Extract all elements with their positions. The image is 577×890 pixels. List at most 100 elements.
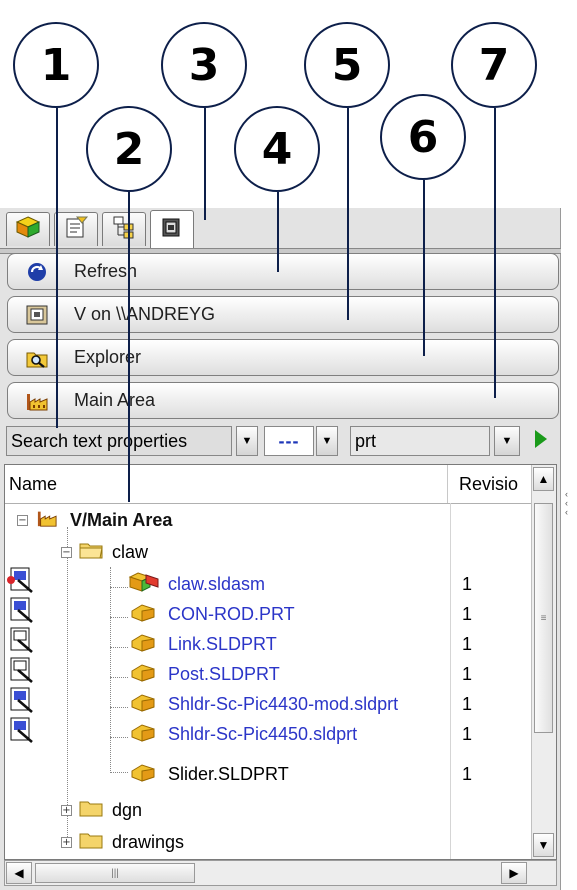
file-row[interactable]: Post.SLDPRT 1 — [128, 659, 556, 689]
scroll-down-button[interactable]: ▼ — [533, 833, 554, 857]
folder-label: dgn — [112, 799, 143, 820]
tab-model[interactable] — [6, 212, 50, 246]
callout-6: 6 — [380, 94, 466, 180]
tree-line — [110, 677, 128, 678]
scroll-up-button[interactable]: ▲ — [533, 467, 554, 491]
expand-icon[interactable]: + — [61, 836, 72, 848]
vault-view-label: V on \\ANDREYG — [74, 304, 216, 324]
explorer-icon — [22, 345, 52, 371]
file-revision: 1 — [462, 603, 473, 624]
main-area-label: Main Area — [74, 390, 156, 410]
explorer-label: Explorer — [74, 347, 142, 367]
file-name: claw.sldasm — [168, 573, 266, 594]
file-revision: 1 — [462, 663, 473, 684]
panel-edge: ‹ ‹ ‹ — [561, 0, 577, 890]
folder-claw[interactable]: − claw — [61, 537, 148, 567]
column-name[interactable]: Name — [9, 474, 57, 495]
callout-4: 4 — [234, 106, 320, 192]
vault-view-icon — [22, 302, 52, 328]
assembly-icon — [128, 571, 160, 598]
tree-line — [110, 737, 128, 738]
chevron-down-icon: ▼ — [501, 435, 513, 447]
callout-5: 5 — [304, 22, 390, 108]
search-value-dropdown[interactable]: ▼ — [494, 426, 520, 456]
leader-line-2 — [128, 192, 130, 502]
scroll-left-button[interactable]: ◀ — [6, 862, 32, 884]
file-name: Slider.SLDPRT — [168, 763, 289, 784]
search-input[interactable]: prt — [350, 426, 490, 456]
caret-down-icon: ▼ — [321, 435, 333, 447]
file-name: Link.SLDPRT — [168, 633, 277, 654]
tree-line — [110, 587, 128, 588]
file-row[interactable]: Shldr-Sc-Pic4430-mod.sldprt 1 — [128, 689, 556, 719]
vault-icon — [159, 215, 185, 244]
search-bar: Search text properties ▼ --- ▼ prt ▼ — [0, 422, 561, 460]
file-row[interactable]: Shldr-Sc-Pic4450.sldprt 1 — [128, 719, 556, 749]
file-revision: 1 — [462, 763, 473, 784]
tree-line — [110, 567, 111, 773]
folder-icon — [78, 830, 104, 855]
folder-dgn[interactable]: + dgn — [61, 795, 142, 825]
search-property-dropdown[interactable]: ▼ — [236, 426, 258, 456]
part-icon — [128, 601, 160, 628]
tree-icon — [111, 215, 137, 244]
leader-line-3 — [204, 108, 206, 220]
scroll-thumb[interactable]: ≡ — [534, 503, 553, 733]
refresh-button[interactable]: Refresh — [7, 253, 559, 290]
leader-line-5 — [347, 108, 349, 320]
leader-line-7 — [494, 108, 496, 398]
tree-line — [110, 647, 128, 648]
vertical-scrollbar[interactable]: ▲ ≡ ▼ — [531, 465, 556, 859]
leader-line-1 — [56, 108, 58, 428]
callout-2: 2 — [86, 106, 172, 192]
part-icon — [128, 631, 160, 658]
tree-line — [67, 527, 68, 839]
file-row[interactable]: CON-ROD.PRT 1 — [128, 599, 556, 629]
scroll-thumb[interactable]: ||| — [35, 863, 195, 883]
properties-icon — [63, 215, 89, 244]
search-property-select[interactable]: Search text properties — [6, 426, 232, 456]
file-name: Shldr-Sc-Pic4430-mod.sldprt — [168, 693, 399, 714]
expand-icon[interactable]: + — [61, 804, 72, 816]
file-row[interactable]: Slider.SLDPRT 1 — [128, 759, 556, 789]
search-operator-select[interactable]: --- — [264, 426, 314, 456]
callout-3: 3 — [161, 22, 247, 108]
tab-properties[interactable] — [54, 212, 98, 246]
tab-tree[interactable] — [102, 212, 146, 246]
tree-line — [110, 772, 128, 773]
tree-root[interactable]: − V/Main Area — [17, 505, 172, 535]
file-name: Post.SLDPRT — [168, 663, 280, 684]
vault-view-button[interactable]: V on \\ANDREYG — [7, 296, 559, 333]
checked-out-icon — [7, 567, 33, 593]
tree-line — [110, 617, 128, 618]
collapse-icon[interactable]: − — [17, 514, 28, 526]
part-icon — [128, 691, 160, 718]
collapse-icon[interactable]: − — [61, 546, 72, 558]
file-revision: 1 — [462, 573, 473, 594]
scroll-right-button[interactable]: ▶ — [501, 862, 527, 884]
folder-drawings[interactable]: + drawings — [61, 827, 184, 857]
search-go-icon[interactable] — [535, 430, 547, 448]
file-row[interactable]: claw.sldasm 1 — [128, 569, 556, 599]
part-icon — [128, 721, 160, 748]
file-row[interactable]: Link.SLDPRT 1 — [128, 629, 556, 659]
local-file-icon — [10, 597, 33, 623]
leader-line-6 — [423, 180, 425, 356]
column-revision[interactable]: Revisio — [447, 465, 527, 503]
search-operator-dropdown[interactable]: ▼ — [316, 426, 338, 456]
file-name: Shldr-Sc-Pic4450.sldprt — [168, 723, 358, 744]
file-name: CON-ROD.PRT — [168, 603, 295, 624]
tab-vault[interactable] — [150, 210, 194, 248]
splitter-grip[interactable]: ‹ ‹ ‹ — [565, 490, 573, 550]
search-property-value: Search text properties — [11, 430, 188, 451]
folder-icon — [78, 798, 104, 823]
file-revision: 1 — [462, 633, 473, 654]
explorer-button[interactable]: Explorer — [7, 339, 559, 376]
search-value: prt — [355, 430, 377, 451]
main-area-button[interactable]: Main Area — [7, 382, 559, 419]
folder-label: drawings — [112, 831, 185, 852]
horizontal-scrollbar[interactable]: ◀ ||| ▶ — [4, 860, 557, 886]
callout-1: 1 — [13, 22, 99, 108]
local-file-icon — [10, 627, 33, 653]
file-revision: 1 — [462, 693, 473, 714]
